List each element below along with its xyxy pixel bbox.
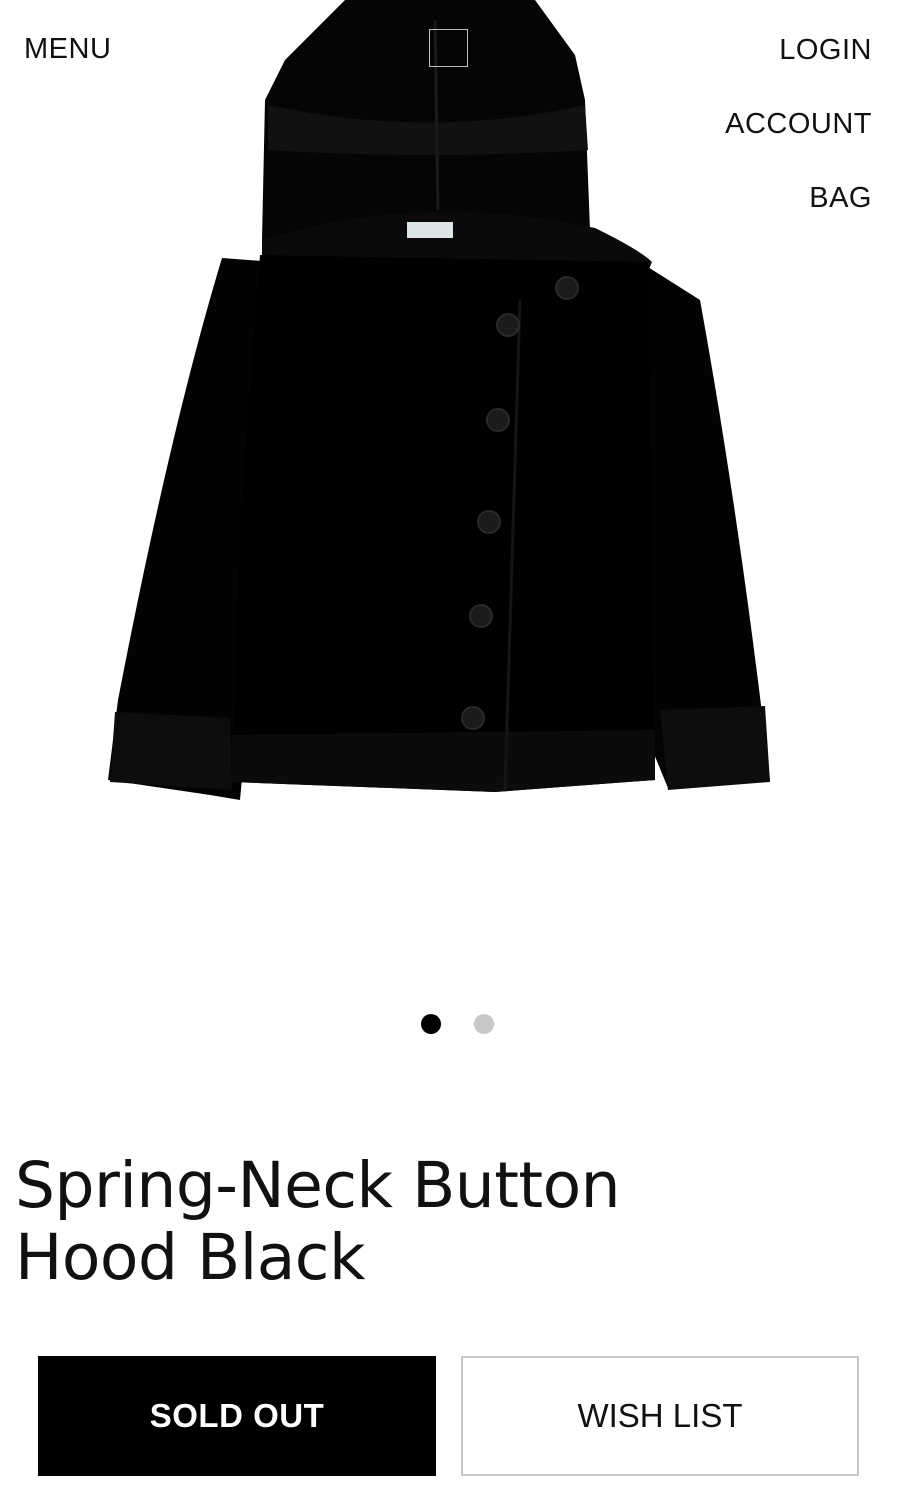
bag-link[interactable]: BAG (809, 181, 872, 215)
wish-list-button[interactable]: WISH LIST (461, 1356, 859, 1476)
login-link[interactable]: LOGIN (779, 33, 872, 67)
product-title: Spring-Neck Button Hood Black (15, 1149, 621, 1294)
account-link[interactable]: ACCOUNT (725, 107, 872, 141)
logo-placeholder-icon[interactable] (429, 29, 468, 67)
gallery-dot-1[interactable] (421, 1014, 441, 1034)
gallery-dot-2[interactable] (474, 1014, 494, 1034)
menu-link[interactable]: MENU (24, 33, 111, 66)
sold-out-button[interactable]: SOLD OUT (38, 1356, 436, 1476)
product-page: MENU LOGIN ACCOUNT BAG Spring-Neck Butto… (0, 0, 897, 1500)
gallery-pagination (0, 1014, 897, 1034)
header-right-nav: LOGIN ACCOUNT BAG (725, 33, 872, 215)
